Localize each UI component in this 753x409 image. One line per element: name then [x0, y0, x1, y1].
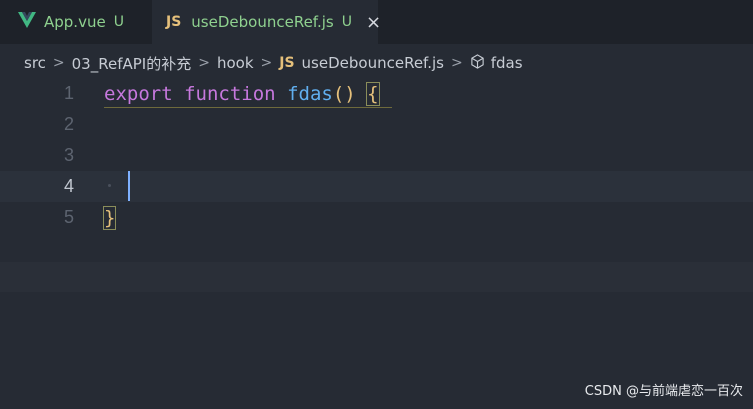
chevron-right-icon: >	[198, 55, 210, 71]
tab-label: App.vue	[44, 13, 106, 31]
line-number: 1	[63, 83, 74, 103]
code-editor[interactable]: 1 export function fdas() { 2 3 4 5 }	[0, 78, 753, 248]
function-name: fdas	[287, 82, 333, 105]
symbol-cube-icon	[470, 53, 485, 73]
tab-label: useDebounceRef.js	[191, 13, 334, 31]
close-brace: }	[102, 205, 117, 230]
line-number: 5	[63, 207, 74, 227]
breadcrumb: src > 03_RefAPI的补充 > hook > JS useDeboun…	[0, 48, 753, 78]
line-number: 4	[63, 176, 74, 196]
line-number: 3	[63, 145, 74, 165]
tab-bar: App.vue U JS useDebounceRef.js U ×	[0, 0, 753, 44]
watermark: CSDN @与前端虐恋一百次	[584, 384, 743, 399]
chevron-right-icon: >	[450, 55, 463, 71]
code-line-5[interactable]: 5 }	[0, 202, 753, 233]
whitespace-dot	[108, 184, 111, 187]
chevron-right-icon: >	[52, 55, 65, 71]
tab-usedebounceref-js[interactable]: JS useDebounceRef.js U ×	[152, 0, 381, 44]
code-line-1[interactable]: 1 export function fdas() {	[0, 78, 753, 109]
keyword-function: function	[184, 82, 276, 105]
breadcrumb-item-folder[interactable]: 03_RefAPI的补充	[72, 53, 192, 74]
text-cursor	[128, 171, 130, 201]
keyword-export: export	[104, 82, 173, 105]
code-content: export function fdas() {	[104, 81, 380, 106]
breadcrumb-item-hook[interactable]: hook	[217, 54, 254, 72]
untracked-badge: U	[113, 14, 124, 30]
line-highlight-underline	[104, 107, 392, 108]
line-number: 2	[63, 114, 74, 134]
parens: ()	[332, 82, 356, 105]
breadcrumb-item-symbol[interactable]: fdas	[491, 54, 523, 72]
js-file-icon: JS	[166, 14, 182, 30]
code-line-3[interactable]: 3	[0, 140, 753, 171]
code-line-2[interactable]: 2	[0, 109, 753, 140]
open-brace: {	[366, 81, 380, 106]
untracked-badge: U	[341, 14, 352, 30]
breadcrumb-item-src[interactable]: src	[24, 54, 46, 72]
chevron-right-icon: >	[260, 55, 273, 71]
breadcrumb-item-file[interactable]: useDebounceRef.js	[302, 54, 444, 72]
code-line-4[interactable]: 4	[0, 171, 753, 202]
editor-lower-band	[0, 262, 753, 292]
close-icon[interactable]: ×	[366, 12, 381, 33]
js-file-icon: JS	[279, 55, 295, 71]
code-content: }	[102, 205, 117, 230]
tab-app-vue[interactable]: App.vue U	[0, 0, 152, 44]
vue-file-icon	[18, 12, 36, 32]
